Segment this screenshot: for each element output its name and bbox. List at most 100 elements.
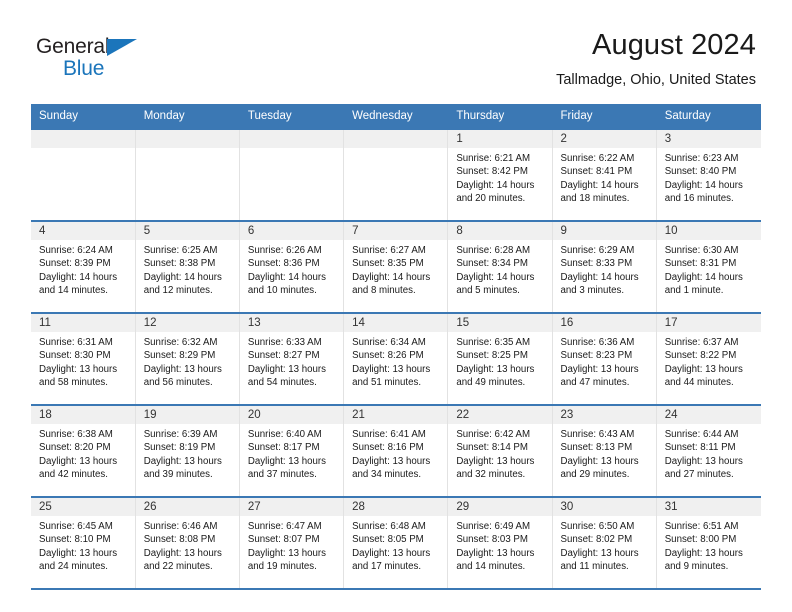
day-number: 6 [239,222,344,240]
day-detail: Sunrise: 6:44 AM Sunset: 8:11 PM Daylight:… [657,424,761,482]
weekday-header-monday: Monday [135,104,240,129]
daylight-text-line1: Daylight: 13 hours [352,547,431,559]
daylight-text-line2: and 5 minutes. [456,285,520,297]
sunset-text: Sunset: 8:36 PM [247,258,320,270]
sunset-text: Sunset: 8:42 PM [456,166,528,178]
daylight-text-line1: Daylight: 13 hours [143,363,222,375]
day-number: 10 [656,222,761,240]
day-number: 11 [31,314,135,332]
daylight-text-line1: Daylight: 14 hours [560,179,639,191]
daylight-text-line2: and 29 minutes. [560,469,630,481]
sunrise-text: Sunrise: 6:51 AM [664,521,739,532]
calendar-day-cell[interactable]: 22 Sunrise: 6:42 AM Sunset: 8:14 PM Dayligh… [447,404,553,497]
brand-logo[interactable]: General Blue [36,36,206,84]
daylight-text-line2: and 14 minutes. [39,285,108,297]
calendar-day-cell[interactable]: 1 Sunrise: 6:21 AM Sunset: 8:42 PM Daylight… [447,128,553,221]
calendar-day-cell[interactable]: 14 Sunrise: 6:34 AM Sunset: 8:26 PM Dayligh… [343,312,449,405]
daylight-text-line2: and 42 minutes. [39,469,108,481]
calendar-day-cell[interactable]: 11 Sunrise: 6:31 AM Sunset: 8:30 PM Dayligh… [31,312,136,405]
calendar-day-cell[interactable]: 13 Sunrise: 6:33 AM Sunset: 8:27 PM Dayligh… [239,312,345,405]
day-number: 17 [656,314,761,332]
calendar-day-cell[interactable]: 6 Sunrise: 6:26 AM Sunset: 8:36 PM Daylight… [239,220,345,313]
calendar-day-cell[interactable]: 28 Sunrise: 6:48 AM Sunset: 8:05 PM Dayligh… [343,496,449,590]
day-detail: Sunrise: 6:31 AM Sunset: 8:30 PM Daylight:… [31,332,135,390]
calendar-day-cell[interactable]: 10 Sunrise: 6:30 AM Sunset: 8:31 PM Dayligh… [656,220,761,313]
calendar-day-cell[interactable]: 24 Sunrise: 6:44 AM Sunset: 8:11 PM Dayligh… [656,404,761,497]
day-detail: Sunrise: 6:33 AM Sunset: 8:27 PM Daylight:… [240,332,343,390]
daylight-text-line2: and 9 minutes. [664,561,729,573]
calendar-day-cell[interactable]: 31 Sunrise: 6:51 AM Sunset: 8:00 PM Dayligh… [656,496,761,590]
calendar-day-cell[interactable]: 16 Sunrise: 6:36 AM Sunset: 8:23 PM Dayligh… [552,312,657,405]
calendar-day-cell[interactable]: 20 Sunrise: 6:40 AM Sunset: 8:17 PM Dayligh… [239,404,345,497]
sunrise-text: Sunrise: 6:39 AM [143,429,218,440]
daylight-text-line2: and 39 minutes. [143,469,213,481]
calendar-day-cell[interactable]: 8 Sunrise: 6:28 AM Sunset: 8:34 PM Daylight… [447,220,553,313]
calendar-day-cell[interactable]: 26 Sunrise: 6:46 AM Sunset: 8:08 PM Dayligh… [135,496,240,590]
sunrise-text: Sunrise: 6:29 AM [560,245,635,256]
calendar-day-cell[interactable]: 9 Sunrise: 6:29 AM Sunset: 8:33 PM Daylight… [552,220,657,313]
day-number [239,130,344,148]
sunrise-text: Sunrise: 6:41 AM [352,429,426,440]
sunset-text: Sunset: 8:10 PM [39,534,111,546]
day-number [344,130,448,148]
day-number: 31 [656,498,761,516]
calendar-day-cell[interactable]: 18 Sunrise: 6:38 AM Sunset: 8:20 PM Dayligh… [31,404,136,497]
calendar-week-row: 18 Sunrise: 6:38 AM Sunset: 8:20 PM Dayligh… [31,404,761,497]
calendar-day-cell[interactable]: 19 Sunrise: 6:39 AM Sunset: 8:19 PM Dayligh… [135,404,240,497]
sunset-text: Sunset: 8:14 PM [456,442,528,454]
day-number: 12 [135,314,239,332]
title-block: August 2024 Tallmadge, Ohio, United Stat… [556,28,756,89]
daylight-text-line2: and 27 minutes. [664,469,734,481]
calendar-day-cell[interactable]: 25 Sunrise: 6:45 AM Sunset: 8:10 PM Dayligh… [31,496,136,590]
day-number: 5 [135,222,239,240]
calendar-week-row: 1 Sunrise: 6:21 AM Sunset: 8:42 PM Daylight… [31,128,761,221]
calendar-cell-empty [31,128,136,221]
calendar-day-cell[interactable]: 29 Sunrise: 6:49 AM Sunset: 8:03 PM Dayligh… [447,496,553,590]
calendar-day-cell[interactable]: 12 Sunrise: 6:32 AM Sunset: 8:29 PM Dayligh… [135,312,240,405]
calendar-day-cell[interactable]: 23 Sunrise: 6:43 AM Sunset: 8:13 PM Dayligh… [552,404,657,497]
calendar-body: 1 Sunrise: 6:21 AM Sunset: 8:42 PM Daylight… [31,128,761,590]
calendar-day-cell[interactable]: 27 Sunrise: 6:47 AM Sunset: 8:07 PM Dayligh… [239,496,345,590]
day-detail: Sunrise: 6:47 AM Sunset: 8:07 PM Daylight:… [240,516,343,574]
sunrise-text: Sunrise: 6:37 AM [664,337,739,348]
daylight-text-line2: and 49 minutes. [456,377,526,389]
day-detail: Sunrise: 6:46 AM Sunset: 8:08 PM Daylight:… [136,516,239,574]
daylight-text-line1: Daylight: 13 hours [560,455,639,467]
daylight-text-line2: and 51 minutes. [352,377,422,389]
weekday-header-wednesday: Wednesday [343,104,449,129]
sunset-text: Sunset: 8:16 PM [352,442,424,454]
calendar-day-cell[interactable]: 3 Sunrise: 6:23 AM Sunset: 8:40 PM Daylight… [656,128,761,221]
day-detail: Sunrise: 6:27 AM Sunset: 8:35 PM Daylight:… [344,240,447,298]
sunrise-text: Sunrise: 6:30 AM [664,245,739,256]
calendar-day-cell[interactable]: 15 Sunrise: 6:35 AM Sunset: 8:25 PM Dayligh… [447,312,553,405]
day-detail: Sunrise: 6:36 AM Sunset: 8:23 PM Daylight:… [553,332,656,390]
calendar-day-cell[interactable]: 21 Sunrise: 6:41 AM Sunset: 8:16 PM Dayligh… [343,404,449,497]
day-number: 27 [239,498,344,516]
day-number: 2 [552,130,656,148]
daylight-text-line2: and 58 minutes. [39,377,108,389]
sunrise-text: Sunrise: 6:46 AM [143,521,218,532]
sunrise-text: Sunrise: 6:31 AM [39,337,113,348]
day-number: 26 [135,498,239,516]
day-number: 16 [552,314,656,332]
calendar-day-cell[interactable]: 2 Sunrise: 6:22 AM Sunset: 8:41 PM Daylight… [552,128,657,221]
day-detail: Sunrise: 6:51 AM Sunset: 8:00 PM Daylight:… [657,516,761,574]
calendar-day-cell[interactable]: 5 Sunrise: 6:25 AM Sunset: 8:38 PM Daylight… [135,220,240,313]
day-detail: Sunrise: 6:21 AM Sunset: 8:42 PM Daylight:… [448,148,551,206]
page-header: General Blue August 2024 Tallmadge, Ohio… [0,0,792,103]
day-number: 7 [344,222,448,240]
day-number: 4 [31,222,135,240]
day-number [135,130,239,148]
daylight-text-line1: Daylight: 13 hours [352,363,431,375]
day-detail: Sunrise: 6:32 AM Sunset: 8:29 PM Daylight:… [136,332,239,390]
calendar-day-cell[interactable]: 7 Sunrise: 6:27 AM Sunset: 8:35 PM Daylight… [343,220,449,313]
day-number: 14 [344,314,448,332]
calendar-day-cell[interactable]: 17 Sunrise: 6:37 AM Sunset: 8:22 PM Dayligh… [656,312,761,405]
weekday-header-sunday: Sunday [31,104,136,129]
calendar-cell-empty [239,128,345,221]
daylight-text-line2: and 47 minutes. [560,377,630,389]
sunset-text: Sunset: 8:34 PM [456,258,528,270]
weekday-header-thursday: Thursday [447,104,553,129]
calendar-day-cell[interactable]: 30 Sunrise: 6:50 AM Sunset: 8:02 PM Dayligh… [552,496,657,590]
calendar-day-cell[interactable]: 4 Sunrise: 6:24 AM Sunset: 8:39 PM Daylight… [31,220,136,313]
